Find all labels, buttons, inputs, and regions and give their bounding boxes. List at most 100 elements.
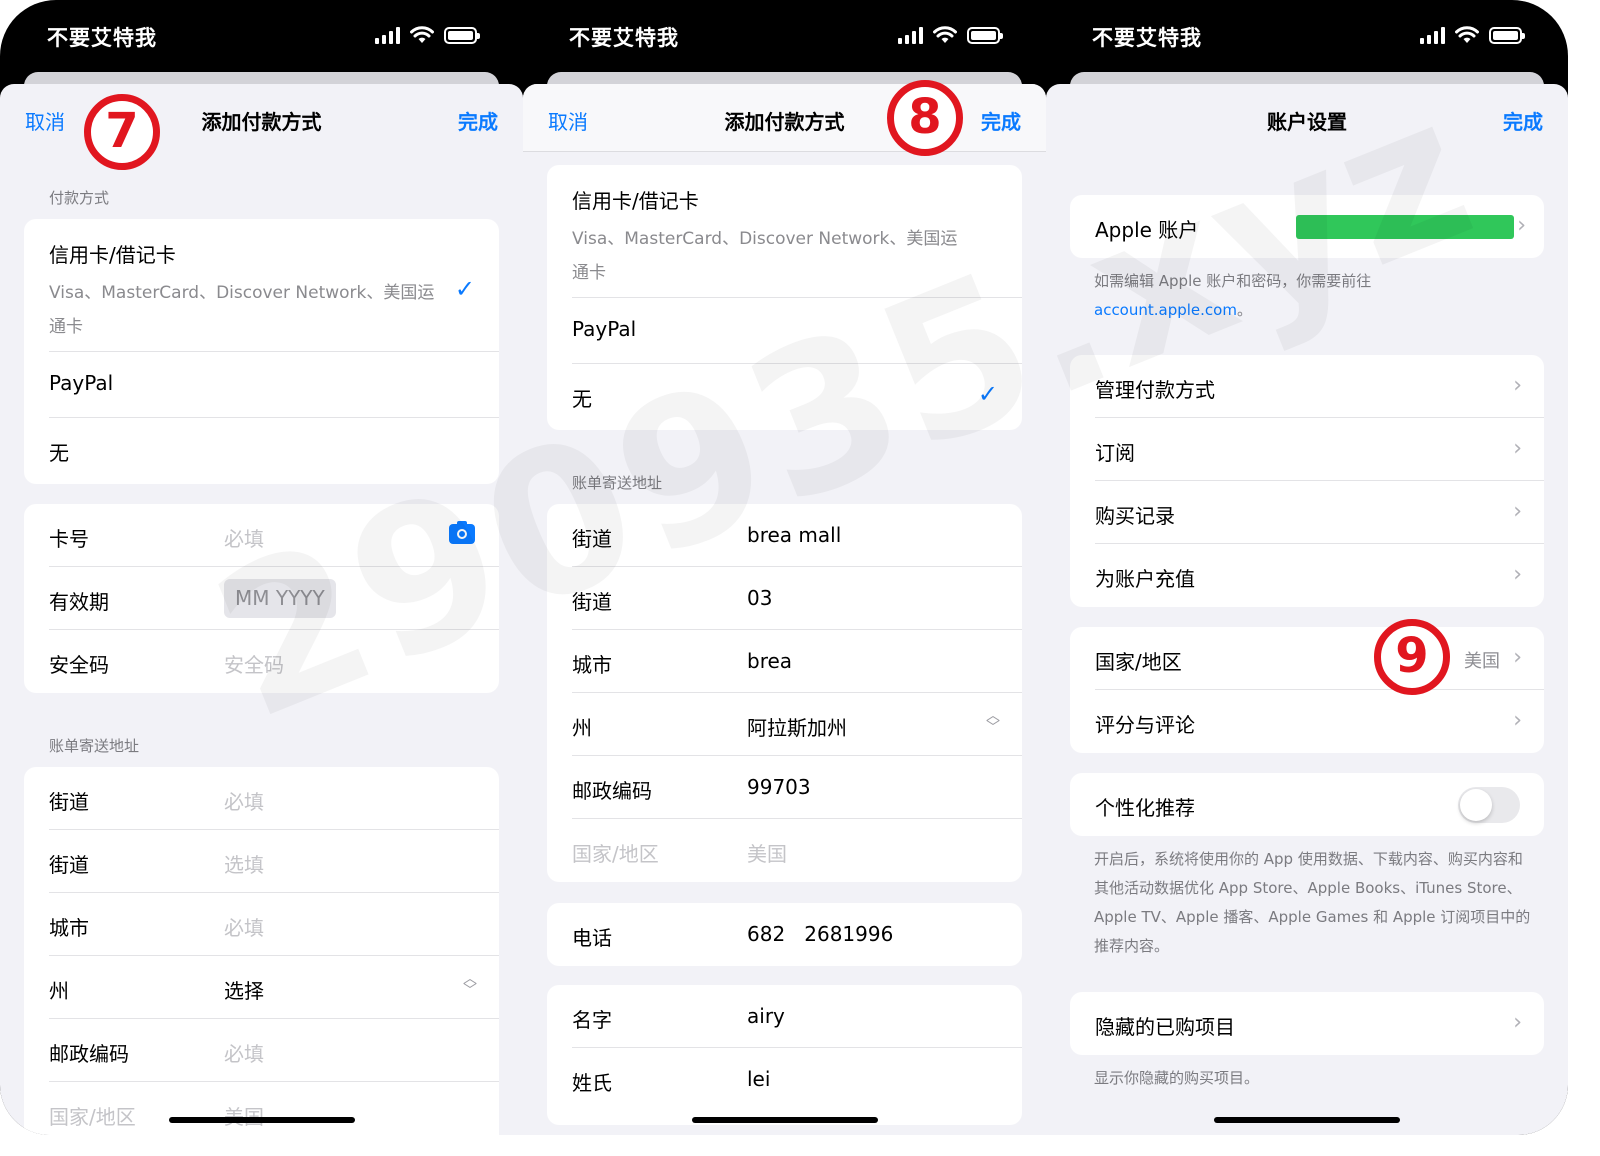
done-button[interactable]: 完成 bbox=[981, 106, 1021, 135]
state-row[interactable]: 州 选择 ︿ ﹀ bbox=[49, 956, 499, 1019]
billing-address-group: 街道 brea mall 街道 03 城市 brea 州 阿拉斯加州 ︿ ﹀ 邮政… bbox=[547, 504, 1022, 882]
payment-option-paypal[interactable]: PayPal bbox=[49, 352, 499, 418]
city-row[interactable]: 城市 brea bbox=[572, 630, 1022, 693]
screen-add-payment-2: 不要艾特我 取消 添加付款方式 完成 信用卡/借记卡 Visa、MasterCa… bbox=[523, 0, 1046, 1135]
personalized-toggle[interactable] bbox=[1458, 787, 1520, 823]
hidden-purchases-footer: 显示你隐藏的购买项目。 bbox=[1094, 1069, 1260, 1087]
screen-account-settings: 不要艾特我 账户设置 完成 Apple 账户 › 如需编辑 Apple 账户和密… bbox=[1046, 0, 1568, 1135]
chevron-up-down-icon: ︿ ﹀ bbox=[463, 971, 477, 999]
cellular-signal-icon bbox=[898, 26, 923, 44]
status-bar: 不要艾特我 bbox=[523, 0, 1046, 72]
step-badge: 8 bbox=[887, 80, 963, 156]
cvv-row: 安全码 安全码 bbox=[49, 630, 499, 693]
carrier-label: 不要艾特我 bbox=[47, 26, 157, 50]
phone-row[interactable]: 电话 682 2681996 bbox=[572, 903, 1022, 966]
name-group: 名字 airy 姓氏 lei bbox=[547, 985, 1022, 1125]
country-row: 国家/地区 美国 bbox=[572, 842, 787, 866]
state-row[interactable]: 州 阿拉斯加州 ︿ ﹀ bbox=[572, 693, 1022, 756]
checkmark-icon: ✓ bbox=[454, 275, 475, 303]
card-details-group: 卡号 必填 有效期 MM YYYY 安全码 安全码 bbox=[24, 504, 499, 693]
street-2-row[interactable]: 街道 03 bbox=[572, 567, 1022, 630]
street-1-row[interactable]: 街道 必填 bbox=[49, 767, 499, 830]
street-1-row[interactable]: 街道 brea mall bbox=[572, 504, 1022, 567]
payment-option-none[interactable]: 无 bbox=[49, 418, 499, 484]
region-value: 美国 bbox=[1464, 651, 1500, 672]
last-name-row[interactable]: 姓氏 lei bbox=[572, 1048, 1022, 1111]
apple-account-footer: 如需编辑 Apple 账户和密码，你需要前往 account.apple.com… bbox=[1094, 272, 1372, 319]
payment-option-none[interactable]: 无 ✓ bbox=[572, 364, 1022, 430]
checkmark-icon: ✓ bbox=[977, 380, 998, 408]
page-title: 账户设置 bbox=[1267, 110, 1347, 134]
battery-icon bbox=[967, 26, 1003, 44]
card-number-input[interactable]: 必填 bbox=[224, 523, 264, 552]
payment-method-group: 信用卡/借记卡 Visa、MasterCard、Discover Network… bbox=[24, 219, 499, 484]
navigation-bar: 账户设置 完成 bbox=[1046, 84, 1568, 152]
cellular-signal-icon bbox=[375, 26, 400, 44]
apple-account-group: Apple 账户 › bbox=[1070, 195, 1544, 258]
hidden-purchases-row[interactable]: 隐藏的已购项目 › bbox=[1095, 992, 1544, 1055]
payment-method-group: 信用卡/借记卡 Visa、MasterCard、Discover Network… bbox=[547, 165, 1022, 430]
purchase-history-row[interactable]: 购买记录 › bbox=[1095, 481, 1544, 544]
chevron-right-icon: › bbox=[1513, 373, 1522, 398]
payment-option-card[interactable]: 信用卡/借记卡 Visa、MasterCard、Discover Network… bbox=[572, 165, 1022, 298]
wifi-icon bbox=[410, 26, 434, 43]
first-name-row[interactable]: 名字 airy bbox=[572, 985, 1022, 1048]
personalized-row: 个性化推荐 bbox=[1095, 773, 1544, 836]
step-badge: 9 bbox=[1374, 619, 1450, 695]
cellular-signal-icon bbox=[1420, 26, 1445, 44]
sheet: 账户设置 完成 Apple 账户 › 如需编辑 Apple 账户和密码，你需要前… bbox=[1046, 84, 1568, 1135]
subscriptions-row[interactable]: 订阅 › bbox=[1095, 418, 1544, 481]
region-group: 国家/地区 美国 › 评分与评论 › bbox=[1070, 627, 1544, 753]
expiry-input[interactable]: MM YYYY bbox=[224, 579, 336, 618]
zip-row[interactable]: 邮政编码 必填 bbox=[49, 1019, 499, 1082]
chevron-right-icon: › bbox=[1513, 436, 1522, 461]
phone-group: 电话 682 2681996 bbox=[547, 903, 1022, 966]
country-row: 国家/地区 美国 bbox=[49, 1105, 264, 1129]
ratings-row[interactable]: 评分与评论 › bbox=[1095, 690, 1544, 753]
billing-section-header: 账单寄送地址 bbox=[572, 474, 663, 492]
street-2-row[interactable]: 街道 选填 bbox=[49, 830, 499, 893]
chevron-right-icon: › bbox=[1513, 499, 1522, 524]
wifi-icon bbox=[933, 26, 957, 43]
battery-icon bbox=[1489, 26, 1525, 44]
account-menu-group: 管理付款方式 › 订阅 › 购买记录 › 为账户充值 › bbox=[1070, 355, 1544, 607]
chevron-right-icon: › bbox=[1513, 708, 1522, 733]
camera-icon[interactable] bbox=[449, 521, 475, 544]
page-title: 添加付款方式 bbox=[724, 110, 845, 134]
sheet: 取消 添加付款方式 完成 付款方式 信用卡/借记卡 Visa、MasterCar… bbox=[0, 84, 523, 1135]
city-row[interactable]: 城市 必填 bbox=[49, 893, 499, 956]
personalized-footer: 开启后，系统将使用你的 App 使用数据、下载内容、购买内容和其他活动数据优化 … bbox=[1094, 850, 1531, 955]
chevron-up-down-icon: ︿ ﹀ bbox=[986, 708, 1000, 736]
account-link[interactable]: account.apple.com bbox=[1094, 301, 1237, 319]
payment-section-header: 付款方式 bbox=[49, 189, 110, 207]
hidden-purchases-group: 隐藏的已购项目 › bbox=[1070, 992, 1544, 1055]
chevron-right-icon: › bbox=[1517, 213, 1526, 238]
card-number-row: 卡号 必填 bbox=[49, 504, 499, 567]
payment-option-paypal[interactable]: PayPal bbox=[572, 298, 1022, 364]
screen-add-payment-1: 不要艾特我 取消 添加付款方式 完成 付款方式 信用卡/借记卡 Visa、Mas… bbox=[0, 0, 523, 1135]
chevron-right-icon: › bbox=[1513, 1010, 1522, 1035]
zip-row[interactable]: 邮政编码 99703 bbox=[572, 756, 1022, 819]
country-region-row[interactable]: 国家/地区 美国 › bbox=[1095, 627, 1544, 690]
step-badge: 7 bbox=[84, 94, 160, 170]
done-button[interactable]: 完成 bbox=[1503, 106, 1543, 135]
home-indicator bbox=[1214, 1117, 1400, 1123]
chevron-right-icon: › bbox=[1513, 645, 1522, 670]
status-bar: 不要艾特我 bbox=[0, 0, 523, 72]
navigation-bar: 取消 添加付款方式 完成 bbox=[0, 84, 523, 152]
home-indicator bbox=[691, 1117, 878, 1123]
personalized-group: 个性化推荐 bbox=[1070, 773, 1544, 836]
carrier-label: 不要艾特我 bbox=[1092, 26, 1202, 50]
home-indicator bbox=[168, 1117, 355, 1123]
cvv-input[interactable]: 安全码 bbox=[224, 649, 284, 678]
payment-option-card[interactable]: 信用卡/借记卡 Visa、MasterCard、Discover Network… bbox=[49, 219, 499, 352]
add-funds-row[interactable]: 为账户充值 › bbox=[1095, 544, 1544, 607]
manage-payment-row[interactable]: 管理付款方式 › bbox=[1095, 355, 1544, 418]
apple-account-row[interactable]: Apple 账户 › bbox=[1095, 195, 1544, 258]
done-button[interactable]: 完成 bbox=[458, 106, 498, 135]
billing-address-group: 街道 必填 街道 选填 城市 必填 州 选择 ︿ ﹀ 邮政编码 必填 国家/地区 bbox=[24, 767, 499, 1135]
expiry-row: 有效期 MM YYYY bbox=[49, 567, 499, 630]
billing-section-header: 账单寄送地址 bbox=[49, 737, 140, 755]
navigation-bar: 取消 添加付款方式 完成 bbox=[523, 84, 1046, 152]
chevron-right-icon: › bbox=[1513, 562, 1522, 587]
